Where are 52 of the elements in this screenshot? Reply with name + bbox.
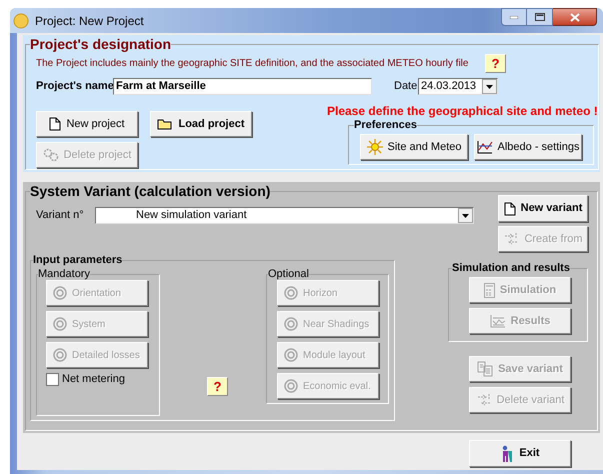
help-button[interactable]: ? [485, 54, 506, 73]
ring-icon [53, 348, 67, 362]
project-button[interactable]: New project [36, 111, 138, 137]
project-name-field[interactable]: Farm at Marseille [113, 78, 372, 94]
project-button[interactable]: Load project [150, 111, 252, 137]
field-label: Variant n° [36, 208, 85, 224]
variant-dropdown[interactable]: New simulation variant [95, 207, 474, 224]
group-title: Preferences [354, 119, 417, 131]
checkbox-label: Net metering [62, 372, 125, 387]
ring-icon [53, 317, 67, 331]
exit-figure-icon [500, 444, 514, 462]
window-title: Project: New Project [35, 12, 144, 30]
field-label: Project's name [36, 78, 113, 94]
field-label: Date [394, 78, 418, 94]
group-title: Mandatory [38, 268, 90, 281]
document-icon [49, 117, 62, 131]
chart-icon [490, 314, 506, 328]
sun-icon [366, 139, 382, 155]
chart-icon [476, 140, 493, 154]
minimize-icon [510, 16, 518, 18]
exit-button[interactable]: Exit [469, 440, 571, 467]
date-dropdown[interactable]: 24.03.2013 [418, 78, 498, 94]
calculator-icon [484, 282, 495, 298]
close-icon [570, 12, 580, 22]
maximize-icon [534, 13, 544, 21]
group-title: Simulation and results [452, 262, 570, 275]
minimize-button[interactable] [501, 8, 527, 26]
preference-button[interactable]: Albedo - settings [474, 134, 582, 160]
variant-button[interactable]: New variant [498, 195, 588, 222]
maximize-button[interactable] [527, 8, 553, 26]
folder-icon [157, 118, 174, 130]
checkbox[interactable] [46, 372, 59, 386]
arrows-icon [503, 232, 520, 246]
ring-icon [284, 286, 298, 300]
help-button[interactable]: ? [207, 377, 228, 396]
preference-button[interactable]: Site and Meteo [360, 134, 468, 160]
group-title: Optional [268, 268, 309, 281]
group-title: Input parameters [33, 254, 122, 267]
ring-icon [284, 348, 298, 362]
warning-message: Please define the geographical site and meteo ! [327, 103, 598, 116]
group-title: System Variant (calculation version) [30, 184, 270, 198]
ring-icon [284, 379, 298, 393]
arrows-icon [476, 393, 492, 407]
ring-icon [53, 286, 67, 300]
close-button[interactable] [553, 8, 597, 26]
app-icon [13, 12, 29, 28]
ring-icon [284, 317, 298, 331]
documents-icon [477, 361, 494, 377]
document-icon [504, 202, 516, 216]
description-text: The Project includes mainly the geographic SITE definition, and the associated METEO hourly file [36, 57, 470, 71]
gears-icon [42, 148, 59, 162]
group-title: Project's designation [30, 37, 172, 51]
